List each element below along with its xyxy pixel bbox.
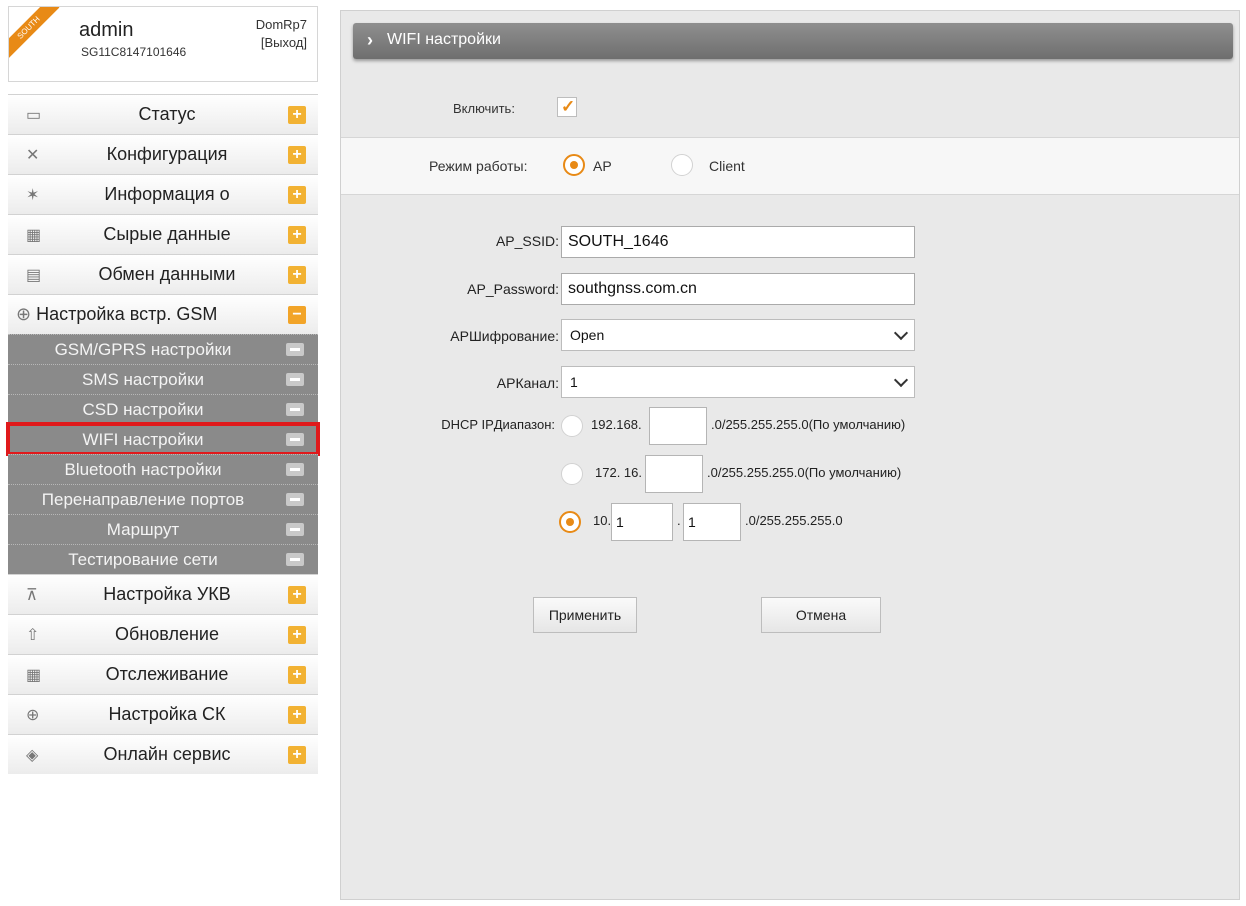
channel-select[interactable]: 1 — [561, 366, 915, 398]
collapse-icon — [286, 553, 304, 566]
username: admin — [79, 19, 134, 41]
cancel-button[interactable]: Отмена — [761, 597, 881, 633]
submenu-gsm-gprs[interactable]: GSM/GPRS настройки — [8, 334, 318, 364]
dhcp-10-octet2-input[interactable]: 1 — [683, 503, 741, 541]
expand-icon[interactable]: + — [288, 586, 306, 604]
menu-item-coord-system[interactable]: ⊕ Настройка СК + — [8, 694, 318, 734]
enable-row: Включить: ✓ — [341, 87, 1239, 135]
dhcp-10-octet1-input[interactable]: 1 — [611, 503, 673, 541]
mode-ap-radio[interactable] — [563, 154, 585, 176]
menu-item-online-service[interactable]: ◈ Онлайн сервис + — [8, 734, 318, 774]
ssid-input[interactable] — [561, 226, 915, 258]
menu-item-raw-data[interactable]: ▦ Сырые данные + — [8, 214, 318, 254]
enable-label: Включить: — [453, 101, 515, 116]
expand-icon[interactable]: + — [288, 146, 306, 164]
page-title: WIFI настройки — [387, 31, 501, 48]
dhcp-172-octet-input[interactable] — [645, 455, 703, 493]
cube-icon: ◈ — [26, 747, 39, 764]
collapse-icon — [286, 433, 304, 446]
submenu-sms[interactable]: SMS настройки — [8, 364, 318, 394]
menu-item-data-exchange[interactable]: ▤ Обмен данными + — [8, 254, 318, 294]
submenu-csd[interactable]: CSD настройки — [8, 394, 318, 424]
dhcp-172-radio[interactable] — [561, 463, 583, 485]
channel-label: APКанал: — [496, 375, 559, 391]
globe-icon: ⊕ — [16, 304, 37, 324]
submenu-network-test[interactable]: Тестирование сети — [8, 544, 318, 574]
monitor-icon: ▭ — [26, 107, 42, 124]
menu-item-update[interactable]: ⇧ Обновление + — [8, 614, 318, 654]
expand-icon[interactable]: + — [288, 106, 306, 124]
collapse-icon[interactable]: − — [288, 306, 306, 324]
menu-item-uhf[interactable]: ⊼ Настройка УКВ + — [8, 574, 318, 614]
network-icon: ▤ — [26, 267, 42, 284]
ssid-label: AP_SSID: — [495, 233, 559, 249]
expand-icon[interactable]: + — [288, 226, 306, 244]
calendar-icon: ▦ — [26, 227, 42, 244]
expand-icon[interactable]: + — [288, 626, 306, 644]
mode-client-radio[interactable] — [671, 154, 693, 176]
chevron-right-icon: › — [367, 30, 373, 50]
main-panel: › WIFI настройки Включить: ✓ Режим работ… — [340, 10, 1240, 900]
menu-item-tracking[interactable]: ▦ Отслеживание + — [8, 654, 318, 694]
menu-item-status[interactable]: ▭ Статус + — [8, 94, 318, 134]
logout-link[interactable]: [Выход] — [261, 35, 307, 50]
expand-icon[interactable]: + — [288, 186, 306, 204]
submenu-port-forwarding[interactable]: Перенаправление портов — [8, 484, 318, 514]
upload-icon: ⇧ — [26, 627, 40, 644]
collapse-icon — [286, 493, 304, 506]
globe-icon: ⊕ — [26, 707, 40, 724]
user-panel: SOUTH admin SG11C8147101646 DomRp7 [Выхо… — [8, 6, 318, 82]
expand-icon[interactable]: + — [288, 266, 306, 284]
satellite-icon: ✶ — [26, 187, 40, 204]
tools-icon: ✕ — [26, 147, 40, 164]
mode-client-label: Client — [709, 158, 745, 174]
device-serial: SG11C8147101646 — [81, 45, 187, 59]
expand-icon[interactable]: + — [288, 706, 306, 724]
collapse-icon — [286, 523, 304, 536]
device-name: DomRp7 — [255, 17, 307, 32]
brand-logo: SOUTH — [9, 7, 65, 63]
chevron-down-icon — [893, 372, 909, 388]
sidebar: SOUTH admin SG11C8147101646 DomRp7 [Выхо… — [6, 6, 320, 906]
page-title-bar: › WIFI настройки — [353, 23, 1233, 59]
dhcp-10-radio[interactable] — [559, 511, 581, 533]
menu-item-configuration[interactable]: ✕ Конфигурация + — [8, 134, 318, 174]
chevron-down-icon — [893, 325, 909, 341]
menu-item-info[interactable]: ✶ Информация о + — [8, 174, 318, 214]
calendar-icon: ▦ — [26, 667, 42, 684]
menu-item-gsm-settings[interactable]: ⊕ Настройка встр. GSM − — [8, 294, 318, 334]
expand-icon[interactable]: + — [288, 666, 306, 684]
collapse-icon — [286, 463, 304, 476]
dhcp-label: DHCP IPДиапазон: — [441, 417, 555, 432]
dhcp-192-octet-input[interactable] — [649, 407, 707, 445]
collapse-icon — [286, 373, 304, 386]
enable-checkbox[interactable]: ✓ — [557, 97, 577, 117]
antenna-icon: ⊼ — [26, 587, 38, 604]
expand-icon[interactable]: + — [288, 746, 306, 764]
dhcp-192-radio[interactable] — [561, 415, 583, 437]
submenu-wifi[interactable]: WIFI настройки — [6, 422, 320, 456]
mode-label: Режим работы: — [429, 158, 528, 174]
submenu-route[interactable]: Маршрут — [8, 514, 318, 544]
encryption-label: APШифрование: — [450, 328, 559, 344]
encryption-select[interactable]: Open — [561, 319, 915, 351]
password-label: AP_Password: — [467, 281, 559, 297]
mode-ap-label: AP — [593, 158, 612, 174]
password-input[interactable] — [561, 273, 915, 305]
collapse-icon — [286, 343, 304, 356]
mode-row: Режим работы: AP Client — [341, 137, 1239, 195]
apply-button[interactable]: Применить — [533, 597, 637, 633]
check-icon: ✓ — [561, 97, 576, 116]
submenu-bluetooth[interactable]: Bluetooth настройки — [8, 454, 318, 484]
collapse-icon — [286, 403, 304, 416]
nav-menu: ▭ Статус + ✕ Конфигурация + ✶ Информация… — [6, 94, 320, 774]
